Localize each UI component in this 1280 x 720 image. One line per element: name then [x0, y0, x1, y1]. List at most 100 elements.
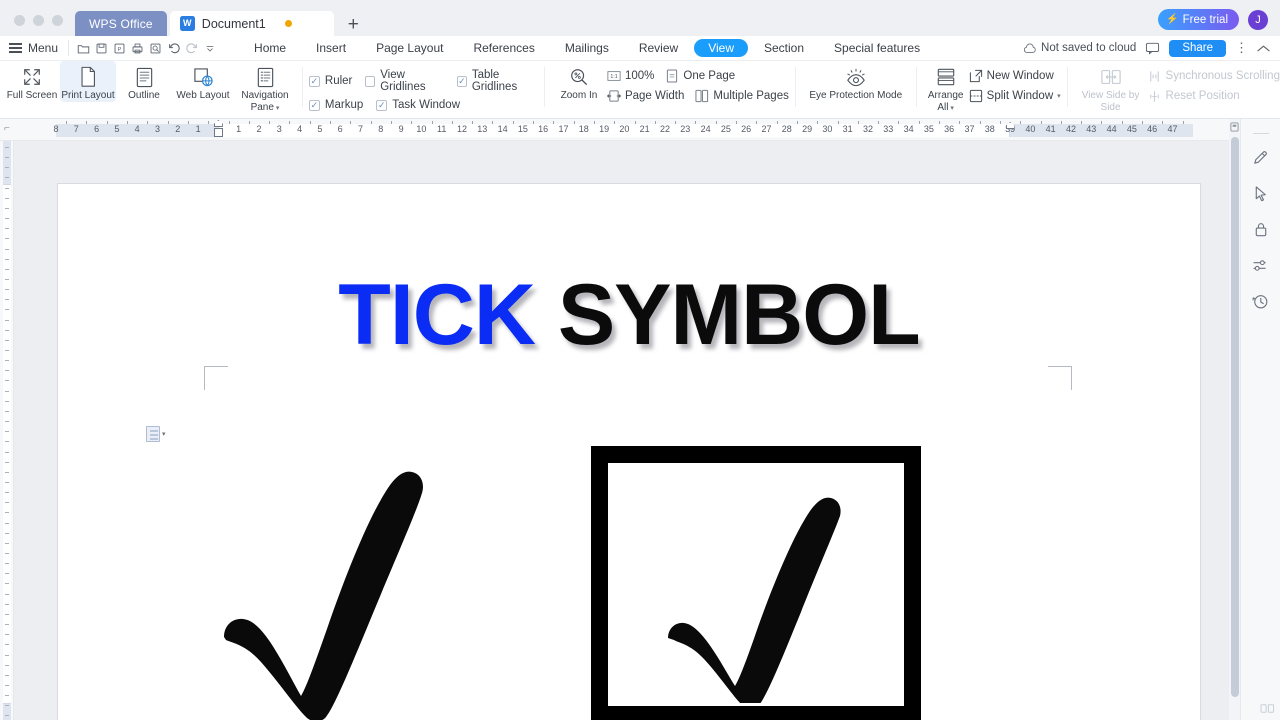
tick-mark-plain[interactable] — [208, 460, 438, 720]
new-tab-button[interactable]: + — [334, 15, 371, 36]
table-gridlines-checkbox[interactable]: ✓ Table Gridlines — [457, 69, 538, 93]
document-tab[interactable]: W Document1 — [169, 11, 334, 36]
undo-icon[interactable] — [165, 40, 182, 57]
window-controls[interactable] — [0, 15, 75, 36]
synchronous-scrolling-button[interactable]: Synchronous Scrolling — [1148, 69, 1280, 83]
lock-icon[interactable] — [1247, 214, 1275, 244]
export-pdf-icon[interactable]: P — [111, 40, 128, 57]
page-title[interactable]: TICK SYMBOL — [58, 272, 1200, 358]
minimize-window-button[interactable] — [33, 15, 44, 26]
ruler-tick-label: 25 — [720, 124, 731, 134]
chevron-down-icon[interactable]: ▾ — [162, 430, 166, 438]
ruler-tick — [817, 121, 819, 124]
app-home-tab[interactable]: WPS Office — [75, 11, 167, 36]
chevron-down-icon[interactable]: ▾ — [1057, 92, 1061, 100]
navigation-pane-button[interactable]: Navigation Pane ▾ — [234, 61, 296, 114]
ruler-tick — [553, 121, 555, 124]
zoom-in-button[interactable]: Zoom In — [551, 61, 607, 102]
one-page-button[interactable]: One Page — [665, 69, 735, 83]
actual-size-button[interactable]: 1:1 100% — [607, 69, 654, 83]
tick-mark-inside-box — [658, 488, 873, 703]
document-page[interactable]: TICK SYMBOL ▾ — [58, 184, 1200, 720]
tab-insert[interactable]: Insert — [302, 39, 360, 57]
vruler-tick — [5, 329, 9, 331]
share-button[interactable]: Share — [1169, 39, 1226, 57]
ruler-tick-label: 41 — [1045, 124, 1056, 134]
view-gridlines-checkbox[interactable]: View Gridlines — [365, 69, 444, 93]
eye-protection-mode-button[interactable]: Eye Protection Mode — [802, 61, 910, 102]
menu-button[interactable]: Menu — [0, 41, 68, 55]
eye-protection-icon — [844, 65, 868, 89]
vertical-scrollbar[interactable] — [1229, 119, 1240, 720]
reset-position-button[interactable]: Reset Position — [1148, 89, 1240, 103]
tab-section[interactable]: Section — [750, 39, 818, 57]
save-icon[interactable] — [93, 40, 110, 57]
arrange-all-button[interactable]: Arrange All ▾ — [923, 61, 969, 114]
chevron-up-icon[interactable] — [1257, 44, 1270, 53]
maximize-window-button[interactable] — [52, 15, 63, 26]
settings-sliders-icon[interactable] — [1247, 250, 1275, 280]
free-trial-button[interactable]: ⚡ Free trial — [1158, 9, 1239, 30]
avatar[interactable]: J — [1248, 9, 1268, 30]
history-clock-icon[interactable] — [1247, 286, 1275, 316]
ruler-tick — [289, 121, 291, 124]
tab-home[interactable]: Home — [240, 39, 300, 57]
left-indent-marker[interactable] — [213, 128, 223, 137]
paste-options-icon[interactable]: ▾ — [146, 426, 166, 442]
web-layout-button[interactable]: Web Layout — [172, 61, 234, 102]
ruler-tick-label: 24 — [700, 124, 711, 134]
pen-icon[interactable] — [1247, 142, 1275, 172]
split-window-button[interactable]: Split Window ▾ — [969, 89, 1061, 103]
grid-view-icon[interactable] — [1258, 700, 1276, 716]
markup-checkbox[interactable]: ✓ Markup — [308, 99, 363, 111]
print-preview-icon[interactable] — [147, 40, 164, 57]
first-line-indent-marker[interactable] — [213, 120, 223, 127]
horizontal-ruler[interactable]: ⌐ 8 7 6 5 4 3 2 1 1 2 3 4 5 6 7 8 9 10 11 12 13 14 15 16 17 18 19 2… — [0, 119, 1240, 141]
outline-button[interactable]: Outline — [116, 61, 172, 102]
tab-special-features[interactable]: Special features — [820, 39, 934, 57]
tab-view[interactable]: View — [694, 39, 748, 57]
page-thumbnail-icon[interactable] — [1229, 119, 1240, 135]
redo-icon[interactable] — [183, 40, 200, 57]
tab-stop-selector-icon[interactable]: ⌐ — [4, 124, 14, 134]
kebab-menu-icon[interactable]: ⋮ — [1235, 40, 1248, 56]
cursor-select-icon[interactable] — [1247, 178, 1275, 208]
open-icon[interactable] — [75, 40, 92, 57]
tab-mailings[interactable]: Mailings — [551, 39, 623, 57]
task-window-checkbox[interactable]: ✓ Task Window — [376, 99, 460, 111]
customize-qat-icon[interactable] — [201, 40, 218, 57]
vertical-ruler[interactable] — [0, 141, 14, 720]
chevron-down-icon[interactable]: ▾ — [274, 105, 280, 112]
print-icon[interactable] — [129, 40, 146, 57]
scrollbar-thumb[interactable] — [1230, 137, 1239, 697]
tab-review[interactable]: Review — [625, 39, 692, 57]
checked-box-icon: ✓ — [457, 75, 467, 87]
tick-mark-in-box[interactable] — [591, 446, 921, 720]
tab-page-layout[interactable]: Page Layout — [362, 39, 457, 57]
menu-bar: Menu P Home Insert Page Layout Reference… — [0, 36, 1280, 61]
close-window-button[interactable] — [14, 15, 25, 26]
vruler-tick — [5, 542, 9, 544]
ribbon-group-eye-protection: Eye Protection Mode — [802, 61, 910, 119]
navigation-pane-label: Navigation Pane ▾ — [241, 90, 289, 113]
tab-references[interactable]: References — [459, 39, 548, 57]
ruler-tick — [736, 121, 738, 124]
ruler-tick — [512, 121, 514, 124]
vruler-tick — [5, 563, 9, 565]
split-window-label: Split Window — [986, 90, 1054, 102]
vruler-tick — [5, 674, 9, 676]
cloud-status[interactable]: Not saved to cloud — [1023, 42, 1136, 54]
horizontal-ruler-track[interactable]: 8 7 6 5 4 3 2 1 1 2 3 4 5 6 7 8 9 10 11 12 13 14 15 16 17 18 19 20 2… — [53, 119, 1240, 140]
document-canvas[interactable]: TICK SYMBOL ▾ — [14, 141, 1240, 720]
view-side-by-side-button[interactable]: View Side by Side — [1074, 61, 1148, 114]
print-layout-button[interactable]: Print Layout — [60, 61, 116, 102]
comment-icon[interactable] — [1145, 42, 1160, 55]
vruler-tick — [5, 461, 9, 463]
chevron-down-icon[interactable]: ▾ — [948, 105, 954, 112]
full-screen-button[interactable]: Full Screen — [4, 61, 60, 102]
page-width-button[interactable]: Page Width — [607, 89, 684, 103]
multiple-pages-button[interactable]: Multiple Pages — [695, 89, 789, 103]
new-window-button[interactable]: New Window — [969, 69, 1054, 83]
ruler-tick — [878, 121, 880, 124]
ruler-checkbox[interactable]: ✓ Ruler — [308, 75, 352, 87]
